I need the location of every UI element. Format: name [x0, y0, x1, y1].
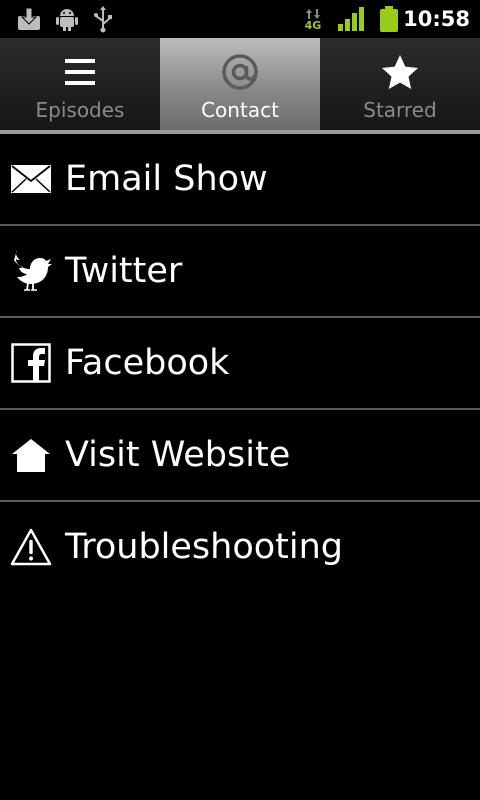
battery-icon: [376, 0, 402, 38]
list-item-label: Email Show: [65, 159, 268, 199]
twitter-bird-icon: [10, 250, 52, 292]
home-icon: [10, 434, 52, 476]
at-sign-icon: [220, 52, 260, 92]
network-4g-icon: 4G: [300, 0, 326, 38]
contact-menu-list: Email Show Twitter Facebook Visit Websit…: [0, 134, 480, 592]
tab-bar: Episodes Contact Starred: [0, 38, 480, 130]
tab-contact[interactable]: Contact: [160, 38, 320, 130]
status-bar: 4G 10:58: [0, 0, 480, 38]
list-item-twitter[interactable]: Twitter: [0, 226, 480, 318]
tab-label: Contact: [201, 98, 279, 122]
list-item-label: Twitter: [65, 251, 183, 291]
list-item-troubleshooting[interactable]: Troubleshooting: [0, 502, 480, 592]
usb-icon: [90, 0, 116, 38]
star-icon: [380, 52, 420, 92]
list-item-email-show[interactable]: Email Show: [0, 134, 480, 226]
envelope-icon: [10, 158, 52, 200]
download-icon: [14, 0, 44, 38]
tab-episodes[interactable]: Episodes: [0, 38, 160, 130]
list-item-visit-website[interactable]: Visit Website: [0, 410, 480, 502]
list-item-label: Troubleshooting: [65, 527, 344, 567]
network-type-label: 4G: [304, 18, 322, 32]
list-item-label: Visit Website: [65, 435, 291, 475]
tab-starred[interactable]: Starred: [320, 38, 480, 130]
facebook-icon: [10, 342, 52, 384]
warning-icon: [10, 526, 52, 568]
list-icon: [60, 52, 100, 92]
status-time: 10:58: [403, 7, 470, 31]
list-item-label: Facebook: [65, 343, 230, 383]
tab-label: Starred: [363, 98, 437, 122]
android-debug-icon: [52, 0, 82, 38]
tab-label: Episodes: [35, 98, 125, 122]
list-item-facebook[interactable]: Facebook: [0, 318, 480, 410]
signal-icon: [336, 0, 366, 38]
